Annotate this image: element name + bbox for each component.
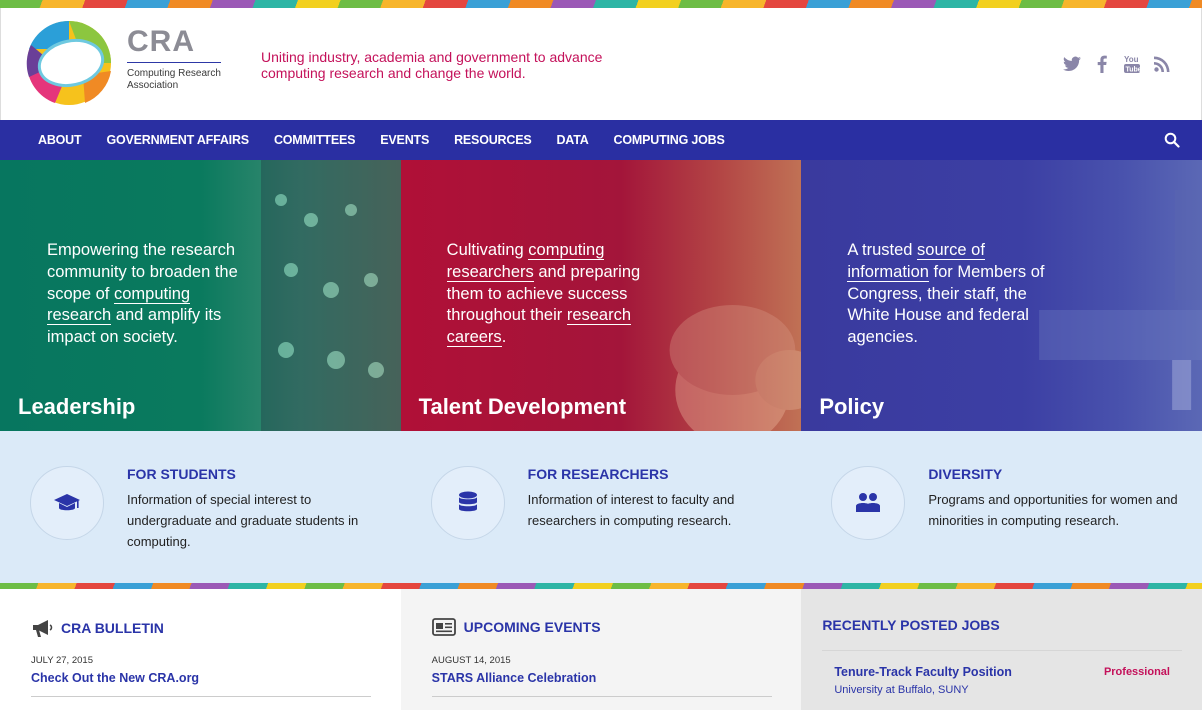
nav-resources[interactable]: RESOURCES xyxy=(454,133,532,147)
facebook-icon[interactable] xyxy=(1093,55,1111,73)
site-header: CRA Computing Research Association Uniti… xyxy=(0,8,1202,120)
rss-icon[interactable] xyxy=(1153,55,1171,73)
hero-leadership-text: Empowering the research community to bro… xyxy=(47,240,257,349)
hero-talent-text: Cultivating computing researchers and pr… xyxy=(446,240,657,349)
hero-text-part: Cultivating xyxy=(446,241,529,259)
events-column: UPCOMING EVENTS AUGUST 14, 2015 STARS Al… xyxy=(400,589,802,710)
bulletin-column: CRA BULLETIN JULY 27, 2015 Check Out the… xyxy=(0,589,401,710)
job-organization: University at Buffalo, SUNY xyxy=(834,684,969,696)
top-color-stripe xyxy=(0,0,1202,8)
event-link[interactable]: STARS Alliance Celebration xyxy=(432,671,597,685)
bulletin-divider xyxy=(31,696,371,697)
cra-logo[interactable] xyxy=(25,19,113,107)
hero-text-part: . xyxy=(501,328,507,347)
nav-about[interactable]: ABOUT xyxy=(38,133,82,147)
site-tagline: Uniting industry, academia and governmen… xyxy=(261,49,603,81)
brand-wordmark[interactable]: CRA Computing Research Association xyxy=(127,26,227,92)
brand-full-name: Computing Research Association xyxy=(127,68,221,91)
hero-panel-leadership[interactable]: Empowering the research community to bro… xyxy=(0,160,401,431)
people-icon xyxy=(831,466,906,540)
bulletin-link[interactable]: Check Out the New CRA.org xyxy=(31,671,199,685)
audience-title[interactable]: FOR STUDENTS xyxy=(127,466,236,482)
graduation-cap-icon xyxy=(30,466,104,540)
database-icon xyxy=(430,466,505,540)
jobs-divider xyxy=(822,650,1183,651)
events-header: UPCOMING EVENTS xyxy=(431,618,601,636)
bulletin-heading[interactable]: CRA BULLETIN xyxy=(61,620,164,636)
audience-researchers[interactable]: FOR RESEARCHERS Information of interest … xyxy=(401,431,802,583)
hero-panel-policy[interactable]: A trusted source of information for Memb… xyxy=(801,160,1202,431)
hero-policy-text: A trusted source of information for Memb… xyxy=(847,240,1057,349)
audience-desc: Programs and opportunities for women and… xyxy=(928,492,1178,528)
nav-data[interactable]: DATA xyxy=(556,133,588,147)
nav-events[interactable]: EVENTS xyxy=(380,133,429,147)
student-photo-overlay xyxy=(669,305,802,431)
news-section: CRA BULLETIN JULY 27, 2015 Check Out the… xyxy=(0,589,1202,710)
nav-committees[interactable]: COMMITTEES xyxy=(274,133,356,147)
crowd-photo-overlay xyxy=(260,160,401,431)
hero-text-part: A trusted xyxy=(847,241,918,259)
nav-computing-jobs[interactable]: COMPUTING JOBS xyxy=(614,133,725,147)
audience-title[interactable]: FOR RESEARCHERS xyxy=(528,466,669,482)
brand-rule xyxy=(127,62,221,63)
audience-section: FOR STUDENTS Information of special inte… xyxy=(0,431,1202,583)
audience-diversity[interactable]: DIVERSITY Programs and opportunities for… xyxy=(801,431,1202,583)
jobs-column: RECENTLY POSTED JOBS Tenure-Track Facult… xyxy=(801,589,1202,710)
hero-panels: Empowering the research community to bro… xyxy=(0,160,1202,431)
megaphone-icon xyxy=(33,620,53,637)
social-links: You Tube xyxy=(1063,55,1171,74)
main-nav: ABOUT GOVERNMENT AFFAIRS COMMITTEES EVEN… xyxy=(0,120,1202,160)
search-icon[interactable] xyxy=(1164,132,1180,148)
jobs-heading[interactable]: RECENTLY POSTED JOBS xyxy=(822,617,999,633)
event-date: AUGUST 14, 2015 xyxy=(431,655,511,666)
job-title-link[interactable]: Tenure-Track Faculty Position xyxy=(834,665,1012,679)
twitter-icon[interactable] xyxy=(1063,55,1081,73)
events-heading[interactable]: UPCOMING EVENTS xyxy=(464,619,601,635)
job-type-badge: Professional xyxy=(1103,666,1170,678)
bulletin-date: JULY 27, 2015 xyxy=(31,655,93,666)
brand-abbr: CRA xyxy=(127,25,195,58)
audience-title[interactable]: DIVERSITY xyxy=(928,466,1002,482)
youtube-icon[interactable]: You Tube xyxy=(1123,55,1142,74)
svg-text:You: You xyxy=(1124,55,1139,64)
hero-title-talent-development[interactable]: Talent Development xyxy=(419,394,626,420)
calendar-card-icon xyxy=(431,618,456,636)
nav-government-affairs[interactable]: GOVERNMENT AFFAIRS xyxy=(106,133,249,147)
audience-desc: Information of interest to faculty and r… xyxy=(527,492,735,528)
bulletin-header: CRA BULLETIN xyxy=(31,618,164,638)
hero-title-policy[interactable]: Policy xyxy=(819,394,884,420)
hero-panel-talent-development[interactable]: Cultivating computing researchers and pr… xyxy=(400,160,802,431)
events-divider xyxy=(431,696,772,697)
audience-desc: Information of special interest to under… xyxy=(127,492,359,549)
svg-text:Tube: Tube xyxy=(1126,67,1142,74)
audience-students[interactable]: FOR STUDENTS Information of special inte… xyxy=(0,431,401,583)
hero-title-leadership[interactable]: Leadership xyxy=(18,394,135,420)
